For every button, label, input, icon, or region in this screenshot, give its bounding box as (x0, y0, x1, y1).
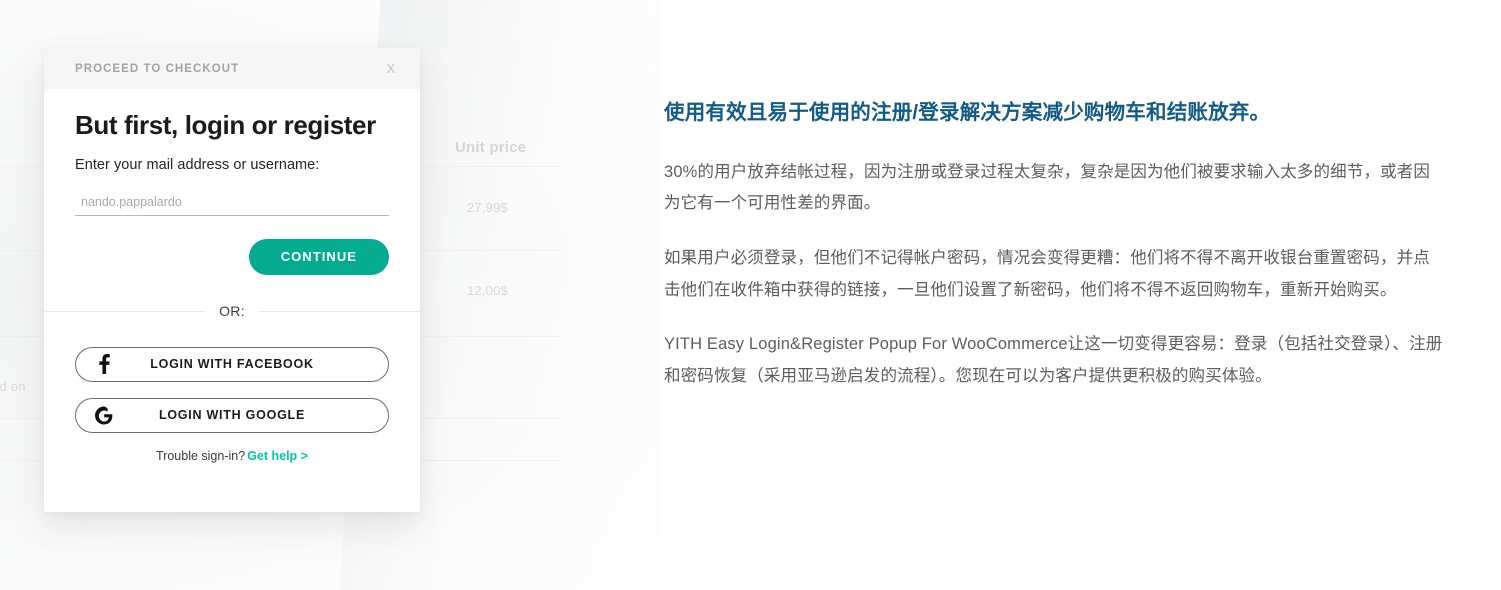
close-icon[interactable]: X (382, 58, 399, 79)
background-text-fragment: oved on (0, 379, 26, 394)
copy-paragraph: 30%的用户放弃结帐过程，因为注册或登录过程太复杂，复杂是因为他们被要求输入太多… (664, 162, 1431, 213)
background-price-cell: 12,00$ (467, 283, 508, 298)
copy-paragraph: YITH Easy Login&Register Popup For WooCo… (664, 335, 1443, 386)
or-divider: OR: (44, 302, 420, 319)
get-help-link[interactable]: Get help > (247, 449, 308, 463)
background-column-header-unit-price: Unit price (455, 139, 527, 156)
modal-header: PROCEED TO CHECKOUT X (44, 48, 420, 89)
email-or-username-input[interactable] (75, 194, 389, 216)
marketing-copy-column: 使用有效且易于使用的注册/登录解决方案减少购物车和结账放弃。 30%的用户放弃结… (664, 0, 1446, 590)
trouble-signin-row: Trouble sign-in? Get help > (75, 449, 389, 463)
trouble-signin-text: Trouble sign-in? (156, 448, 246, 463)
login-with-facebook-button[interactable]: LOGIN WITH FACEBOOK (75, 346, 389, 382)
modal-headline: But first, login or register (75, 110, 376, 140)
modal-body: But first, login or register Enter your … (44, 89, 420, 463)
email-field-wrapper (75, 193, 389, 216)
copy-paragraph: 如果用户必须登录，但他们不记得帐户密码，情况会变得更糟：他们将不得不离开收银台重… (664, 249, 1430, 299)
google-icon (95, 404, 113, 426)
login-register-modal: PROCEED TO CHECKOUT X But first, login o… (44, 48, 420, 512)
email-field-label: Enter your mail address or username: (75, 156, 320, 173)
checkout-screenshot-panel: Unit price 27,99$ 12,00$ oved on ? PROCE… (0, 0, 660, 590)
continue-row: CONTINUE (75, 238, 389, 275)
social-login-list: LOGIN WITH FACEBOOK LOGIN WITH GOOGLE (75, 346, 389, 433)
background-price-cell: 27,99$ (467, 200, 508, 215)
or-label: OR: (205, 302, 259, 319)
login-with-google-label: LOGIN WITH GOOGLE (158, 408, 306, 423)
login-with-google-button[interactable]: LOGIN WITH GOOGLE (75, 397, 389, 433)
copy-heading: 使用有效且易于使用的注册/登录解决方案减少购物车和结账放弃。 (664, 101, 1271, 124)
page-root: Unit price 27,99$ 12,00$ oved on ? PROCE… (0, 0, 1501, 590)
login-with-facebook-label: LOGIN WITH FACEBOOK (150, 357, 314, 372)
modal-title: PROCEED TO CHECKOUT (75, 62, 240, 75)
continue-button[interactable]: CONTINUE (248, 238, 389, 275)
facebook-icon (95, 353, 113, 375)
